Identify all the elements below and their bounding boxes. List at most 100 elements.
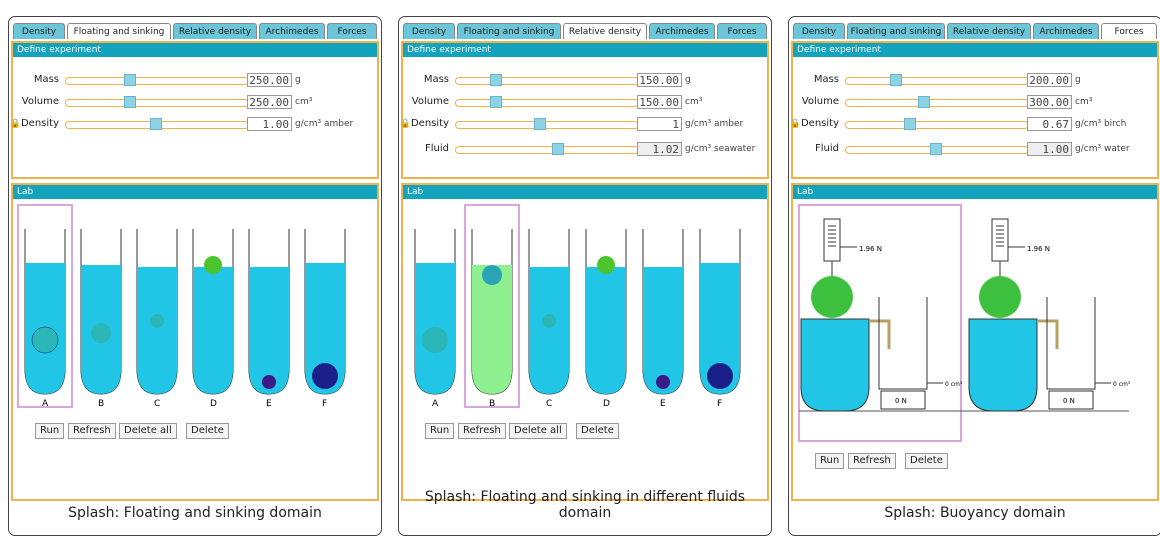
mass-slider[interactable] — [65, 74, 249, 86]
volume-input[interactable]: 300.00 — [1027, 95, 1072, 109]
ball-e[interactable] — [262, 375, 276, 389]
tube-a[interactable] — [24, 229, 66, 395]
panel-caption: Splash: Buoyancy domain — [884, 505, 1066, 521]
ball-e[interactable] — [656, 375, 670, 389]
mass-slider[interactable] — [845, 74, 1029, 86]
density-slider-thumb[interactable] — [150, 118, 162, 130]
ball-c[interactable] — [150, 314, 164, 328]
density-label-row: 🔒Density — [779, 118, 839, 129]
fluid-slider-thumb[interactable] — [930, 143, 942, 155]
refresh-button[interactable]: Refresh — [68, 423, 116, 439]
density-input[interactable]: 1 — [637, 117, 682, 131]
density-slider[interactable] — [845, 118, 1029, 130]
mass-slider-thumb[interactable] — [490, 74, 502, 86]
lock-icon[interactable]: 🔒 — [400, 119, 411, 129]
density-slider-thumb[interactable] — [904, 118, 916, 130]
tab-archimedes[interactable]: Archimedes — [259, 23, 325, 39]
tube-e[interactable] — [248, 229, 290, 395]
tab-floating-sinking[interactable]: Floating and sinking — [847, 23, 945, 39]
ball-c[interactable] — [542, 314, 556, 328]
tube-f[interactable] — [304, 229, 346, 395]
volume-input[interactable]: 150.00 — [637, 95, 682, 109]
mass-input[interactable]: 200.00 — [1027, 73, 1072, 87]
fluid-density-unit: g/cm³ — [1075, 144, 1102, 154]
tab-density[interactable]: Density — [13, 23, 65, 39]
density-slider[interactable] — [65, 118, 249, 130]
tab-relative-density[interactable]: Relative density — [947, 23, 1031, 39]
ball-d[interactable] — [204, 256, 222, 274]
mass-label: Mass — [813, 74, 839, 85]
tube-c[interactable] — [136, 229, 178, 395]
tab-forces[interactable]: Forces — [327, 23, 377, 39]
mass-slider-thumb[interactable] — [890, 74, 902, 86]
fluid-slider[interactable] — [845, 143, 1029, 155]
ball-b[interactable] — [91, 323, 111, 343]
mass-input[interactable]: 250.00 — [247, 73, 292, 87]
run-button[interactable]: Run — [815, 453, 845, 469]
lock-icon[interactable]: 🔒 — [790, 119, 801, 129]
density-input[interactable]: 1.00 — [247, 117, 292, 131]
tube-e[interactable] — [642, 229, 684, 395]
tube-f[interactable] — [699, 229, 741, 395]
density-input[interactable]: 0.67 — [1027, 117, 1072, 131]
ball-a[interactable] — [422, 327, 448, 353]
tube-d[interactable] — [585, 229, 627, 395]
volume-label: Volume — [801, 96, 839, 107]
volume-slider-thumb[interactable] — [124, 96, 136, 108]
fluid-slider-thumb[interactable] — [552, 143, 564, 155]
lock-icon[interactable]: 🔒 — [10, 119, 21, 129]
tube-b[interactable] — [80, 229, 122, 395]
tab-archimedes[interactable]: Archimedes — [649, 23, 715, 39]
tube-d[interactable] — [192, 229, 234, 395]
ball-b[interactable] — [482, 265, 502, 285]
tab-relative-density[interactable]: Relative density — [173, 23, 257, 39]
refresh-button[interactable]: Refresh — [848, 453, 896, 469]
tab-floating-sinking[interactable]: Floating and sinking — [67, 23, 171, 39]
delete-all-button[interactable]: Delete all — [509, 423, 567, 439]
floating-ball[interactable] — [811, 276, 853, 318]
mass-input[interactable]: 150.00 — [637, 73, 682, 87]
tab-floating-sinking[interactable]: Floating and sinking — [457, 23, 561, 39]
volume-slider-thumb[interactable] — [918, 96, 930, 108]
tube-a[interactable] — [414, 229, 456, 395]
tube-label: E — [266, 399, 272, 409]
ball-a[interactable] — [31, 326, 59, 354]
tube-label: F — [717, 399, 723, 409]
delete-button[interactable]: Delete — [186, 423, 229, 439]
volume-slider-thumb[interactable] — [490, 96, 502, 108]
delete-button[interactable]: Delete — [905, 453, 948, 469]
density-slider[interactable] — [455, 118, 639, 130]
refresh-button[interactable]: Refresh — [458, 423, 506, 439]
volume-slider[interactable] — [455, 96, 639, 108]
tube-label: A — [432, 399, 439, 409]
ball-f[interactable] — [312, 363, 338, 389]
fluid-slider[interactable] — [455, 143, 639, 155]
floating-ball[interactable] — [979, 276, 1021, 318]
lab-section: Lab — [401, 183, 769, 501]
tube-c[interactable] — [528, 229, 570, 395]
scale-reading: 1.96 N — [859, 245, 883, 253]
tab-density[interactable]: Density — [793, 23, 845, 39]
delete-all-button[interactable]: Delete all — [119, 423, 177, 439]
tab-forces[interactable]: Forces — [1101, 23, 1157, 39]
delete-button[interactable]: Delete — [576, 423, 619, 439]
run-button[interactable]: Run — [425, 423, 455, 439]
run-button[interactable]: Run — [35, 423, 65, 439]
tab-density[interactable]: Density — [403, 23, 455, 39]
tab-forces[interactable]: Forces — [717, 23, 767, 39]
overflow-beaker — [968, 318, 1038, 412]
tab-archimedes[interactable]: Archimedes — [1033, 23, 1099, 39]
density-label-row: 🔒Density — [0, 118, 59, 129]
spring-scale — [991, 218, 1025, 277]
tab-relative-density[interactable]: Relative density — [563, 23, 647, 39]
volume-slider[interactable] — [65, 96, 249, 108]
tube-b[interactable] — [471, 229, 513, 395]
mass-slider-thumb[interactable] — [124, 74, 136, 86]
mass-slider[interactable] — [455, 74, 639, 86]
volume-input[interactable]: 250.00 — [247, 95, 292, 109]
volume-slider[interactable] — [845, 96, 1029, 108]
mass-label: Mass — [423, 74, 449, 85]
ball-d[interactable] — [597, 256, 615, 274]
density-slider-thumb[interactable] — [534, 118, 546, 130]
ball-f[interactable] — [707, 363, 733, 389]
